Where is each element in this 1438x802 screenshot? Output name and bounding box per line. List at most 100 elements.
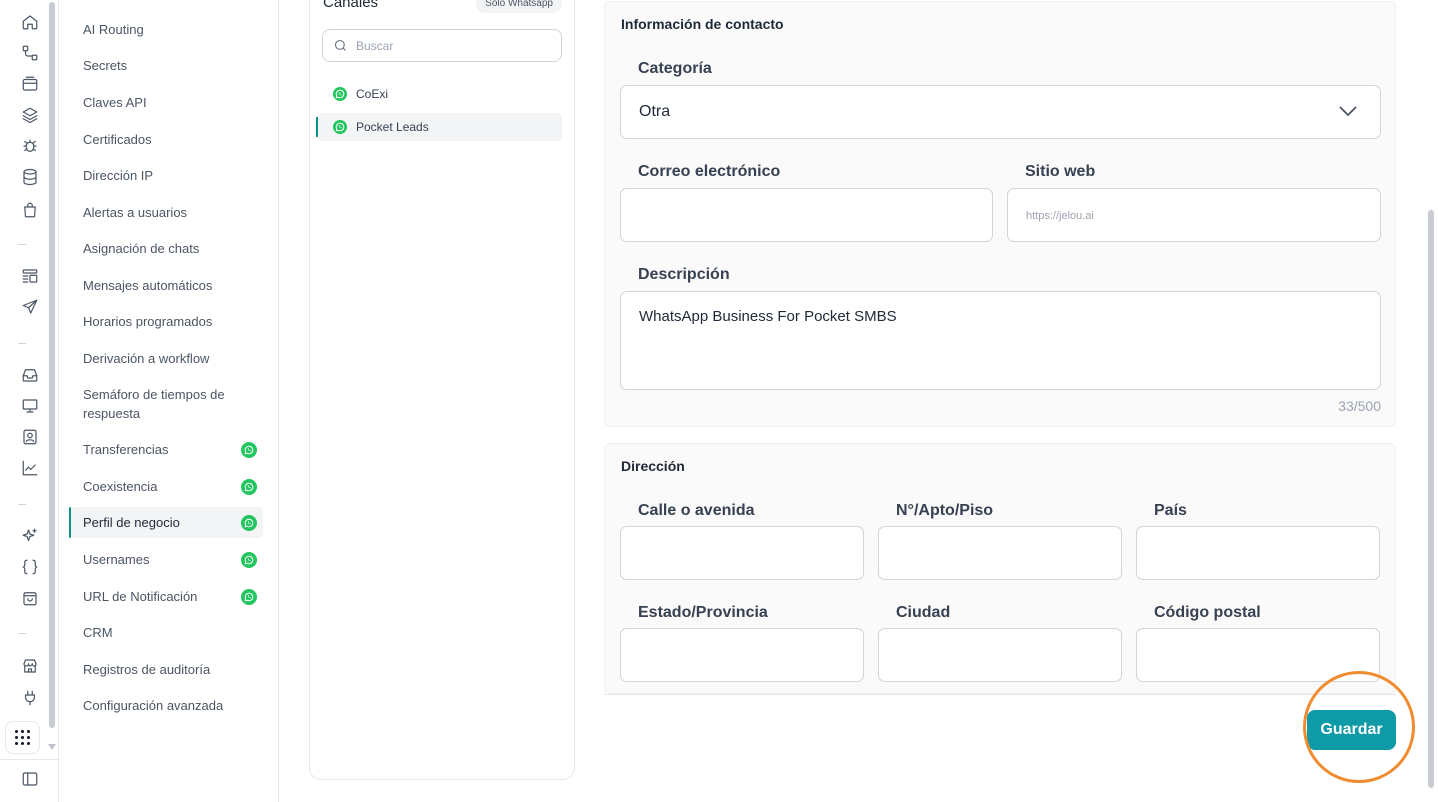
address-section: Dirección Calle o avenida N°/Apto/Piso P… [604,443,1396,694]
email-field-wrapper [620,188,993,242]
contact-card-icon[interactable] [18,425,42,449]
rail-separator [18,343,26,344]
send-icon[interactable] [18,295,42,319]
inbox-icon[interactable] [18,363,42,387]
sidebar-item[interactable]: Horarios programados [71,312,263,331]
sidebar-item-label: Perfil de negocio [83,515,180,530]
layers-icon[interactable] [18,103,42,127]
sidebar-item-label: Mensajes automáticos [83,278,213,293]
sidebar-item-label: Certificados [83,132,152,147]
country-label: País [1154,502,1187,519]
sidebar-item[interactable]: Secrets [71,56,263,75]
bag-icon[interactable] [18,586,42,610]
sidebar-item-label: CRM [83,625,113,640]
whatsapp-icon [241,514,257,531]
code-braces-icon[interactable] [18,555,42,579]
sidebar-item[interactable]: URL de Notificación [71,587,263,606]
state-field[interactable] [621,629,863,681]
zip-field[interactable] [1137,629,1379,681]
number-field-wrapper [878,526,1122,580]
state-field-wrapper [620,628,864,682]
sidebar-item-label: AI Routing [83,22,144,37]
sidebar-item-label: Dirección IP [83,168,154,183]
sidebar-item[interactable]: Transferencias [71,440,263,459]
sidebar-item[interactable]: Alertas a usuarios [71,203,263,222]
search-input[interactable] [356,38,546,53]
whatsapp-icon [241,478,257,495]
sidebar-item[interactable]: Certificados [71,130,263,149]
sidebar-item[interactable]: Mensajes automáticos [71,276,263,295]
sidebar-item-label: URL de Notificación [83,589,198,604]
website-field-wrapper [1007,188,1381,242]
sidebar-item-label: Coexistencia [83,479,158,494]
sidebar-item[interactable]: Semáforo de tiempos de respuesta [71,385,263,423]
settings-nav: AI Routing Secrets Claves API Certificados D… [59,0,279,802]
monitor-icon[interactable] [18,394,42,418]
street-field[interactable] [621,527,863,579]
sidebar-toggle-icon[interactable] [18,767,42,791]
icon-rail [0,0,59,802]
category-value: Otra [639,103,671,120]
website-field[interactable] [1008,189,1380,241]
main-scrollbar[interactable] [1428,210,1434,788]
rail-scrollbar[interactable] [48,0,56,756]
sidebar-item[interactable]: Derivación a workflow [71,349,263,368]
number-field[interactable] [879,527,1121,579]
layout-list-icon[interactable] [18,264,42,288]
sparkles-icon[interactable] [18,524,42,548]
sidebar-item-label: Asignación de chats [83,241,200,256]
email-field[interactable] [621,189,992,241]
plug-icon[interactable] [18,686,42,710]
sidebar-item[interactable]: Perfil de negocio [69,507,263,538]
whatsapp-only-badge: Solo Whatsapp [476,0,562,13]
chart-line-icon[interactable] [18,456,42,480]
sidebar-item[interactable]: Claves API [71,93,263,112]
city-label: Ciudad [896,604,951,621]
sidebar-item[interactable]: Configuración avanzada [71,696,263,715]
rail-separator [18,244,26,245]
sidebar-item[interactable]: CRM [71,623,263,642]
apps-grid-button[interactable] [5,721,40,754]
sidebar-item-label: Configuración avanzada [83,698,224,713]
description-textarea[interactable] [621,292,1380,389]
form-divider [604,694,1396,695]
shopping-bag-icon[interactable] [18,198,42,222]
home-icon[interactable] [18,10,42,34]
channel-item[interactable]: CoExi [318,80,562,108]
description-char-count: 33/500 [1338,398,1381,414]
bug-icon[interactable] [18,134,42,158]
sidebar-item-label: Horarios programados [83,314,213,329]
sidebar-item[interactable]: Usernames [71,550,263,569]
sidebar-item[interactable]: Registros de auditoría [71,660,263,679]
inbox-tray-icon[interactable] [18,72,42,96]
zip-field-wrapper [1136,628,1380,682]
sidebar-item[interactable]: Dirección IP [71,166,263,185]
category-label: Categoría [638,60,712,77]
channel-item[interactable]: Pocket Leads [316,113,562,141]
whatsapp-icon [241,588,257,605]
description-label: Descripción [638,266,730,283]
sidebar-item-label: Secrets [83,58,128,73]
sidebar-item[interactable]: Coexistencia [71,477,263,496]
channels-title: Canales [323,0,379,11]
email-label: Correo electrónico [638,163,781,180]
zip-label: Código postal [1154,604,1261,621]
channel-search[interactable] [322,29,562,62]
whatsapp-icon [333,120,347,134]
contact-info-title: Información de contacto [621,16,784,32]
store-icon[interactable] [18,654,42,678]
country-field[interactable] [1137,527,1379,579]
database-icon[interactable] [18,165,42,189]
sidebar-item[interactable]: Asignación de chats [71,239,263,258]
chevron-down-icon [1338,104,1358,118]
contact-info-section: Información de contacto Categoría Otra C… [604,1,1396,427]
channels-panel: Canales Solo Whatsapp CoExi Pocket Leads [309,0,575,780]
sidebar-item[interactable]: AI Routing [71,20,263,39]
sidebar-item-label: Semáforo de tiempos de respuesta [83,387,225,421]
whatsapp-icon [241,441,257,458]
category-select[interactable]: Otra [620,85,1381,139]
city-field[interactable] [879,629,1121,681]
sidebar-item-label: Alertas a usuarios [83,205,188,220]
save-button[interactable]: Guardar [1307,710,1396,750]
workflow-icon[interactable] [18,41,42,65]
